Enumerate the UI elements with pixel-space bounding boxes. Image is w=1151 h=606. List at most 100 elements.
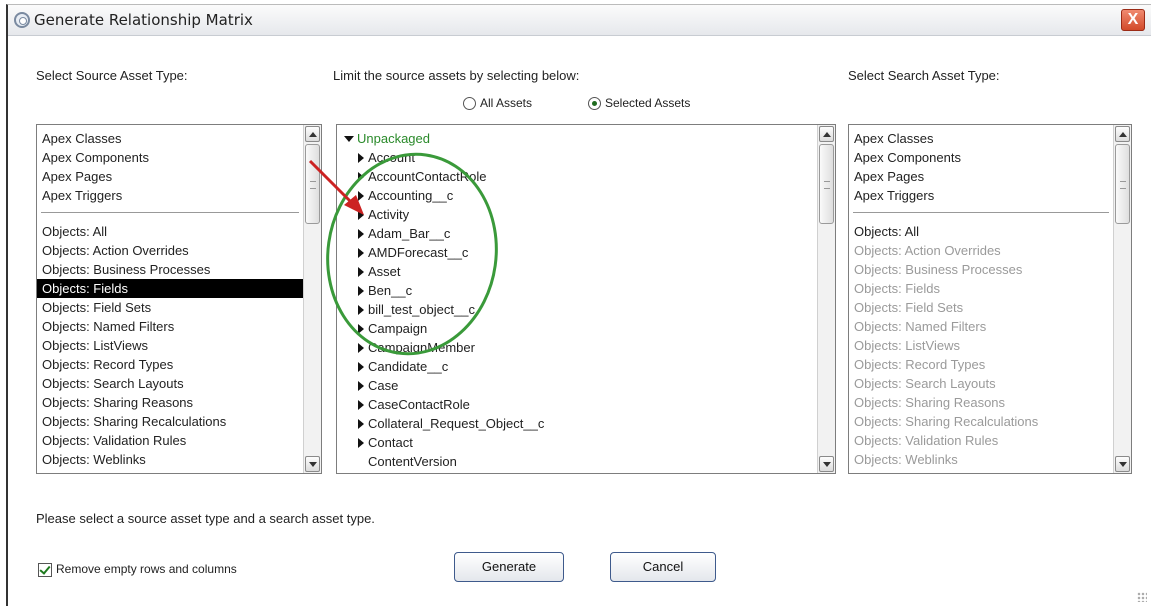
tree-node[interactable]: Campaign <box>337 319 817 338</box>
list-item[interactable]: Objects: ListViews <box>37 336 303 355</box>
expand-triangle-icon[interactable] <box>358 191 364 201</box>
tree-node[interactable]: Accounting__c <box>337 186 817 205</box>
list-item[interactable]: Apex Pages <box>37 167 303 186</box>
tree-node-label: Ben__c <box>368 283 413 298</box>
source-assets-tree[interactable]: Unpackaged Account AccountContactRole Accou… <box>336 124 836 474</box>
expand-triangle-icon[interactable] <box>358 229 364 239</box>
scroll-thumb[interactable] <box>1115 144 1130 224</box>
scroll-up-icon[interactable] <box>1115 126 1130 142</box>
list-item[interactable]: Objects: Named Filters <box>849 317 1113 336</box>
tree-node-label: Collateral_Request_Object__c <box>368 416 545 431</box>
expand-triangle-icon[interactable] <box>358 153 364 163</box>
tree-node[interactable]: bill_test_object__c <box>337 300 817 319</box>
list-item[interactable]: Objects: Business Processes <box>37 260 303 279</box>
list-item[interactable]: Objects: Search Layouts <box>37 374 303 393</box>
scroll-thumb[interactable] <box>819 144 834 224</box>
radio-all-assets-button[interactable] <box>463 97 476 110</box>
list-item[interactable]: Objects: Weblinks <box>37 450 303 469</box>
tree-root[interactable]: Unpackaged <box>337 129 817 148</box>
radio-selected-assets-label: Selected Assets <box>605 96 691 110</box>
scroll-down-icon[interactable] <box>819 456 834 472</box>
generate-button[interactable]: Generate <box>454 552 564 582</box>
list-item[interactable]: Objects: Record Types <box>849 355 1113 374</box>
list-item[interactable]: Objects: Action Overrides <box>37 241 303 260</box>
list-item[interactable]: Objects: Business Processes <box>849 260 1113 279</box>
cancel-button[interactable]: Cancel <box>610 552 716 582</box>
tree-node[interactable]: Candidate__c <box>337 357 817 376</box>
list-item[interactable]: Objects: Validation Rules <box>37 431 303 450</box>
resize-grip-icon[interactable] <box>1137 592 1147 602</box>
expand-triangle-icon[interactable] <box>358 362 364 372</box>
list-item[interactable]: Apex Classes <box>37 129 303 148</box>
expand-triangle-icon[interactable] <box>358 267 364 277</box>
tree-node-label: Campaign <box>368 321 428 336</box>
tree-node-label: Candidate__c <box>368 359 449 374</box>
expand-triangle-icon[interactable] <box>358 419 364 429</box>
scroll-down-icon[interactable] <box>1115 456 1130 472</box>
list-item[interactable]: Objects: Record Types <box>37 355 303 374</box>
tree-node[interactable]: Adam_Bar__c <box>337 224 817 243</box>
list-item[interactable]: Apex Triggers <box>849 186 1113 205</box>
list-item[interactable]: Objects: Search Layouts <box>849 374 1113 393</box>
tree-node[interactable]: Ben__c <box>337 281 817 300</box>
remove-empty-checkbox[interactable] <box>38 563 52 577</box>
list-item[interactable]: Objects: Validation Rules <box>849 431 1113 450</box>
scroll-up-icon[interactable] <box>305 126 320 142</box>
list-item[interactable]: Objects: Action Overrides <box>849 241 1113 260</box>
expand-triangle-icon[interactable] <box>358 400 364 410</box>
tree-node[interactable]: Account <box>337 148 817 167</box>
expand-triangle-icon[interactable] <box>358 343 364 353</box>
expand-triangle-icon[interactable] <box>358 210 364 220</box>
tree-node[interactable]: Collateral_Request_Object__c <box>337 414 817 433</box>
list-item[interactable]: Objects: ListViews <box>849 336 1113 355</box>
expand-triangle-icon[interactable] <box>358 286 364 296</box>
tree-node[interactable]: AccountContactRole <box>337 167 817 186</box>
list-item[interactable]: Objects: Fields <box>37 279 303 298</box>
source-list-scrollbar[interactable] <box>303 125 321 473</box>
list-item[interactable]: Apex Pages <box>849 167 1113 186</box>
list-item[interactable]: Objects: Fields <box>849 279 1113 298</box>
search-asset-type-list[interactable]: Apex Classes Apex Components Apex Pages Ape… <box>848 124 1132 474</box>
list-item[interactable]: Objects: Field Sets <box>37 298 303 317</box>
list-item[interactable]: Apex Triggers <box>37 186 303 205</box>
expand-triangle-icon[interactable] <box>358 438 364 448</box>
tree-node[interactable]: Activity <box>337 205 817 224</box>
expand-triangle-icon[interactable] <box>358 324 364 334</box>
radio-selected-assets-button[interactable] <box>588 97 601 110</box>
tree-scrollbar[interactable] <box>817 125 835 473</box>
list-item[interactable]: Apex Components <box>37 148 303 167</box>
list-item[interactable]: Objects: Sharing Reasons <box>849 393 1113 412</box>
close-button[interactable]: X <box>1121 9 1145 31</box>
expand-triangle-icon[interactable] <box>358 381 364 391</box>
expand-triangle-icon[interactable] <box>358 305 364 315</box>
list-item[interactable]: Apex Components <box>849 148 1113 167</box>
tree-node[interactable]: ContentVersion <box>337 452 817 471</box>
source-asset-type-list[interactable]: Apex Classes Apex Components Apex Pages Ape… <box>36 124 322 474</box>
scroll-down-icon[interactable] <box>305 456 320 472</box>
tree-node[interactable]: Case <box>337 376 817 395</box>
list-item[interactable]: Objects: Field Sets <box>849 298 1113 317</box>
tree-node-label: AccountContactRole <box>368 169 487 184</box>
expand-triangle-icon[interactable] <box>358 172 364 182</box>
list-item[interactable]: Objects: All <box>849 222 1113 241</box>
list-item[interactable]: Objects: Sharing Reasons <box>37 393 303 412</box>
title-bar[interactable]: Generate Relationship Matrix X <box>8 5 1151 36</box>
list-item[interactable]: Objects: Sharing Recalculations <box>849 412 1113 431</box>
scroll-thumb[interactable] <box>305 144 320 224</box>
scroll-up-icon[interactable] <box>819 126 834 142</box>
tree-node[interactable]: Asset <box>337 262 817 281</box>
tree-node[interactable]: CaseContactRole <box>337 395 817 414</box>
list-item[interactable]: Objects: Weblinks <box>849 450 1113 469</box>
tree-node[interactable]: Contact <box>337 433 817 452</box>
list-item[interactable]: Objects: Named Filters <box>37 317 303 336</box>
search-list-scrollbar[interactable] <box>1113 125 1131 473</box>
tree-root-label: Unpackaged <box>357 131 430 146</box>
tree-node[interactable]: AMDForecast__c <box>337 243 817 262</box>
expand-triangle-icon[interactable] <box>358 248 364 258</box>
list-item[interactable]: Objects: All <box>37 222 303 241</box>
list-item[interactable]: Objects: Sharing Recalculations <box>37 412 303 431</box>
collapse-triangle-icon[interactable] <box>344 136 354 142</box>
tree-node[interactable]: CampaignMember <box>337 338 817 357</box>
list-item[interactable]: Apex Classes <box>849 129 1113 148</box>
window-title: Generate Relationship Matrix <box>34 11 253 29</box>
